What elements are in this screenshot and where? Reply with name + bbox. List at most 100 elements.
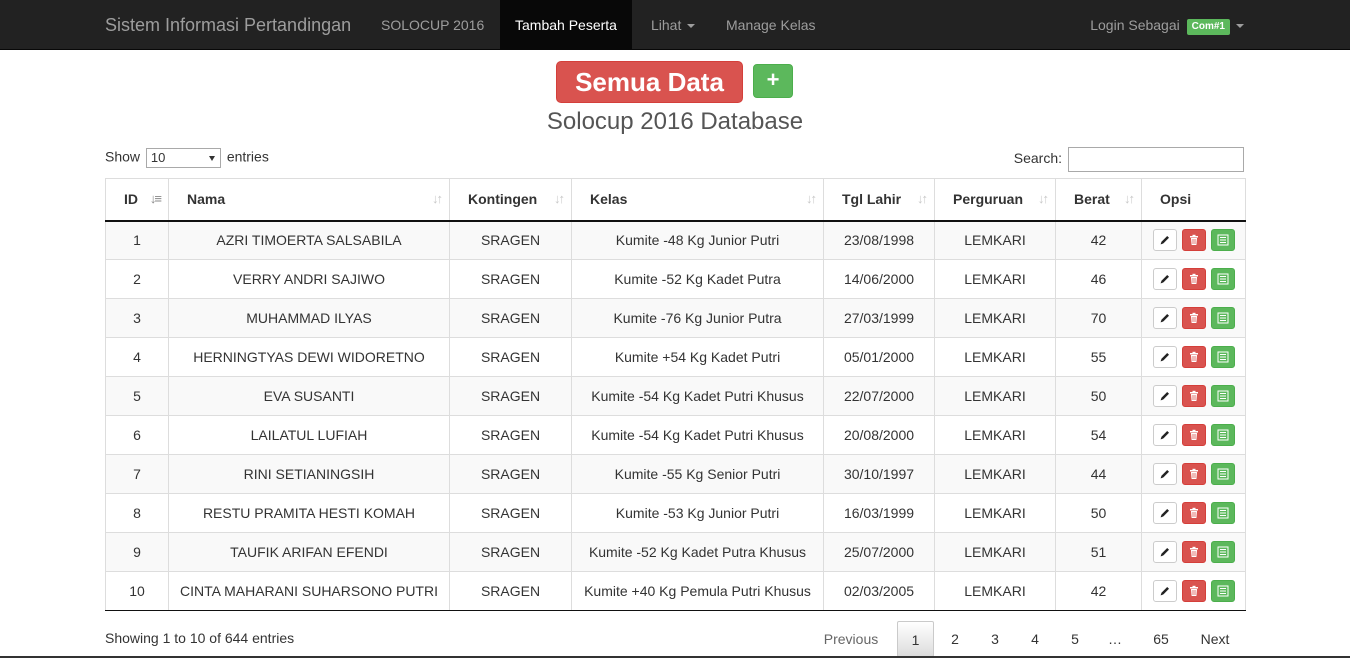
page-length-select[interactable]: 10 <box>145 148 221 168</box>
all-data-button[interactable]: Semua Data <box>556 61 743 103</box>
cell-kontingen: SRAGEN <box>449 259 572 299</box>
detail-button[interactable] <box>1210 580 1235 602</box>
delete-button[interactable] <box>1181 346 1206 368</box>
search-input[interactable] <box>1068 147 1244 172</box>
cell-berat: 50 <box>1055 493 1142 533</box>
column-header-id[interactable]: ID ↓≡ <box>105 178 169 222</box>
delete-button[interactable] <box>1181 229 1206 252</box>
cell-kelas: Kumite +54 Kg Kadet Putri <box>571 337 824 377</box>
cell-id: 5 <box>105 376 169 416</box>
cell-perguruan: LEMKARI <box>934 259 1056 299</box>
nav-item-lihat-dropdown[interactable]: Lihat <box>636 0 710 50</box>
add-participant-button[interactable]: + <box>753 64 793 98</box>
delete-button[interactable] <box>1181 541 1206 563</box>
nav-item-lihat-label: Lihat <box>651 17 682 33</box>
cell-berat: 46 <box>1055 259 1142 299</box>
column-header-label: Opsi <box>1160 191 1192 208</box>
column-header-label: Kontingen <box>468 191 538 208</box>
cell-opsi <box>1141 532 1246 572</box>
cell-opsi <box>1141 493 1246 533</box>
pagination-previous[interactable]: Previous <box>808 621 894 657</box>
cell-tgl-lahir: 20/08/2000 <box>823 415 935 455</box>
column-header-berat[interactable]: Berat ↓↑ <box>1055 178 1142 222</box>
cell-kontingen: SRAGEN <box>449 532 572 572</box>
cell-kontingen: SRAGEN <box>449 337 572 377</box>
cell-kontingen: SRAGEN <box>449 376 572 416</box>
detail-button[interactable] <box>1210 346 1235 368</box>
delete-button[interactable] <box>1181 424 1206 446</box>
cell-nama: AZRI TIMOERTA SALSABILA <box>168 220 450 260</box>
delete-button[interactable] <box>1181 385 1206 407</box>
edit-button[interactable] <box>1153 268 1177 290</box>
column-header-label: Perguruan <box>953 191 1024 208</box>
detail-button[interactable] <box>1210 541 1235 563</box>
cell-kelas: Kumite -53 Kg Junior Putri <box>571 493 824 533</box>
cell-kontingen: SRAGEN <box>449 493 572 533</box>
edit-button[interactable] <box>1153 229 1177 252</box>
delete-button[interactable] <box>1181 307 1206 329</box>
cell-nama: EVA SUSANTI <box>168 376 450 416</box>
detail-button[interactable] <box>1210 268 1235 290</box>
edit-button[interactable] <box>1153 580 1177 602</box>
table-row: 4 HERNINGTYAS DEWI WIDORETNO SRAGEN Kumite … <box>105 337 1246 377</box>
sort-icon: ↓↑ <box>1038 191 1049 206</box>
cell-kelas: Kumite -54 Kg Kadet Putri Khusus <box>571 415 824 455</box>
column-header-opsi: Opsi <box>1141 178 1246 222</box>
cell-tgl-lahir: 23/08/1998 <box>823 220 935 260</box>
cell-berat: 44 <box>1055 454 1142 494</box>
detail-button[interactable] <box>1210 307 1235 329</box>
edit-button[interactable] <box>1153 424 1177 446</box>
top-navbar: Sistem Informasi Pertandingan SOLOCUP 20… <box>0 0 1350 50</box>
cell-berat: 51 <box>1055 532 1142 572</box>
nav-item-solocup[interactable]: SOLOCUP 2016 <box>366 0 499 50</box>
pagination-page-1[interactable]: 1 <box>897 621 934 657</box>
detail-button[interactable] <box>1210 229 1235 252</box>
pagination-page-last[interactable]: 65 <box>1142 621 1180 657</box>
pagination-page-3[interactable]: 3 <box>978 621 1012 657</box>
cell-berat: 42 <box>1055 220 1142 260</box>
login-dropdown[interactable]: Login Sebagai Com#1 <box>1090 0 1244 50</box>
delete-button[interactable] <box>1181 463 1206 485</box>
cell-kontingen: SRAGEN <box>449 220 572 260</box>
edit-button[interactable] <box>1153 346 1177 368</box>
table-row: 9 TAUFIK ARIFAN EFENDI SRAGEN Kumite -52 Kg… <box>105 532 1246 572</box>
cell-opsi <box>1141 571 1246 611</box>
delete-button[interactable] <box>1181 580 1206 602</box>
edit-button[interactable] <box>1153 307 1177 329</box>
cell-kelas: Kumite +40 Kg Pemula Putri Khusus <box>571 571 824 611</box>
edit-button[interactable] <box>1153 463 1177 485</box>
cell-kelas: Kumite -76 Kg Junior Putra <box>571 298 824 338</box>
pagination-page-5[interactable]: 5 <box>1058 621 1092 657</box>
column-header-nama[interactable]: Nama ↓↑ <box>168 178 450 222</box>
edit-button[interactable] <box>1153 541 1177 563</box>
column-header-kontingen[interactable]: Kontingen ↓↑ <box>449 178 572 222</box>
entries-label: entries <box>226 148 269 165</box>
cell-opsi <box>1141 337 1246 377</box>
pagination-page-4[interactable]: 4 <box>1018 621 1052 657</box>
column-header-perguruan[interactable]: Perguruan ↓↑ <box>934 178 1056 222</box>
pagination-page-2[interactable]: 2 <box>938 621 972 657</box>
cell-kelas: Kumite -55 Kg Senior Putri <box>571 454 824 494</box>
column-header-kelas[interactable]: Kelas ↓↑ <box>571 178 824 222</box>
nav-item-tambah-peserta[interactable]: Tambah Peserta <box>500 0 632 50</box>
column-header-tgl-lahir[interactable]: Tgl Lahir ↓↑ <box>823 178 935 222</box>
edit-button[interactable] <box>1153 502 1177 524</box>
login-label: Login Sebagai <box>1090 17 1180 33</box>
delete-button[interactable] <box>1181 502 1206 524</box>
table-info: Showing 1 to 10 of 644 entries <box>105 630 295 646</box>
edit-button[interactable] <box>1153 385 1177 407</box>
navbar-brand[interactable]: Sistem Informasi Pertandingan <box>105 0 351 50</box>
detail-button[interactable] <box>1210 463 1235 485</box>
nav-item-manage-kelas[interactable]: Manage Kelas <box>711 0 831 50</box>
detail-button[interactable] <box>1210 385 1235 407</box>
cell-nama: MUHAMMAD ILYAS <box>168 298 450 338</box>
table-row: 5 EVA SUSANTI SRAGEN Kumite -54 Kg Kadet Pu… <box>105 376 1246 416</box>
pagination-next[interactable]: Next <box>1188 621 1242 657</box>
detail-button[interactable] <box>1210 424 1235 446</box>
delete-button[interactable] <box>1181 268 1206 290</box>
participants-table: ID ↓≡ Nama ↓↑ Kontingen ↓↑ Kelas ↓↑ Tgl Lahi… <box>105 178 1246 611</box>
table-row: 6 LAILATUL LUFIAH SRAGEN Kumite -54 Kg Kade… <box>105 415 1246 455</box>
search-label: Search: <box>1013 150 1062 167</box>
cell-perguruan: LEMKARI <box>934 454 1056 494</box>
detail-button[interactable] <box>1210 502 1235 524</box>
